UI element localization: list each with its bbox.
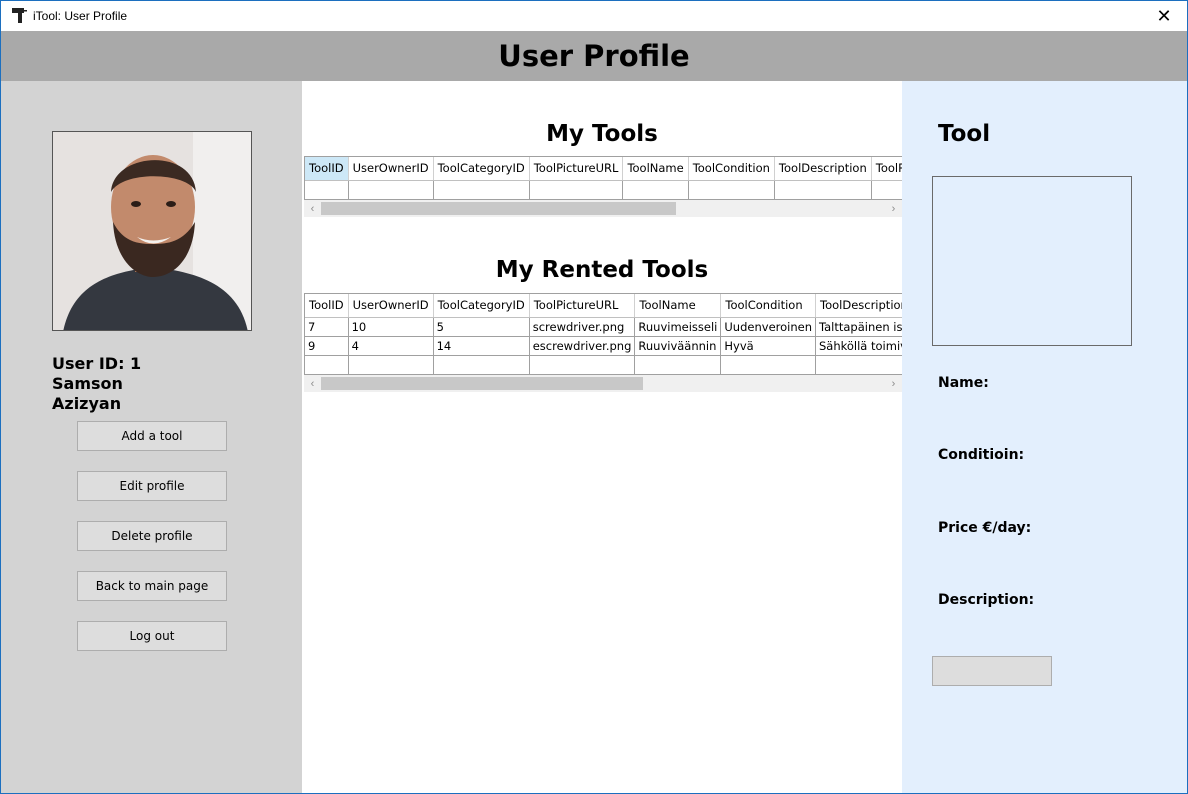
table-cell[interactable]: Sähköllä toimiva ruuv — [815, 336, 902, 356]
column-header[interactable]: ToolPictureURL — [529, 294, 636, 318]
close-button[interactable]: ✕ — [1141, 1, 1187, 31]
chevron-right-icon[interactable]: › — [885, 375, 902, 392]
table-cell[interactable]: Uudenveroinen — [720, 317, 816, 337]
title-bar: iTool: User Profile ✕ — [1, 1, 1187, 31]
table-row[interactable] — [305, 355, 902, 375]
table-cell[interactable] — [433, 355, 530, 375]
table-cell[interactable]: 5 — [433, 317, 530, 337]
table-cell[interactable] — [688, 180, 775, 200]
tool-name-label: Name: — [938, 375, 989, 391]
table-cell[interactable] — [720, 355, 816, 375]
table-cell[interactable]: 14 — [433, 336, 530, 356]
table-cell[interactable]: Ruuvimeisseli — [634, 317, 722, 337]
column-header[interactable]: ToolDescription — [815, 294, 902, 318]
tool-condition-label: Conditioin: — [938, 447, 1025, 463]
table-cell[interactable]: Ruuviväännin — [634, 336, 722, 356]
column-header[interactable]: ToolDescription — [774, 157, 872, 181]
table-row[interactable] — [305, 180, 902, 200]
window-title: iTool: User Profile — [33, 9, 128, 23]
table-cell[interactable] — [305, 180, 349, 200]
table-cell[interactable]: 7 — [305, 317, 349, 337]
table-cell[interactable] — [871, 180, 902, 200]
table-cell[interactable] — [774, 180, 872, 200]
column-header[interactable]: ToolPictureURL — [529, 157, 624, 181]
table-cell[interactable] — [815, 355, 902, 375]
scrollbar-thumb[interactable] — [321, 202, 676, 215]
back-to-main-button[interactable]: Back to main page — [77, 571, 227, 601]
table-cell[interactable] — [622, 180, 689, 200]
tool-description-label: Description: — [938, 592, 1035, 608]
rented-tools-table: ToolID UserOwnerID ToolCategoryID ToolPi… — [305, 294, 902, 375]
tools-panel: My Tools ToolID UserOwnerID ToolCategory… — [302, 81, 902, 793]
column-header[interactable]: UserOwnerID — [348, 157, 434, 181]
table-row[interactable]: 9 4 14 escrewdriver.png Ruuviväännin Hyv… — [305, 336, 902, 356]
tool-detail-panel: Tool Name: Conditioin: Price €/day: Desc… — [902, 81, 1187, 793]
my-tools-grid[interactable]: ToolID UserOwnerID ToolCategoryID ToolPi… — [304, 156, 902, 200]
table-cell[interactable] — [529, 355, 636, 375]
my-tools-title: My Tools — [546, 121, 658, 147]
column-header[interactable]: UserOwnerID — [348, 294, 434, 318]
table-cell[interactable]: 4 — [348, 336, 434, 356]
close-icon: ✕ — [1156, 5, 1172, 26]
avatar-portrait — [53, 132, 251, 330]
column-header[interactable]: ToolPric — [871, 157, 902, 181]
column-header[interactable]: ToolID — [305, 294, 349, 318]
tool-action-button[interactable] — [932, 656, 1052, 686]
page-title: User Profile — [498, 39, 690, 73]
column-header[interactable]: ToolCondition — [720, 294, 816, 318]
edit-profile-button[interactable]: Edit profile — [77, 471, 227, 501]
page-header: User Profile — [1, 31, 1187, 81]
chevron-right-icon[interactable]: › — [885, 200, 902, 217]
column-header[interactable]: ToolCategoryID — [433, 294, 530, 318]
table-cell[interactable]: 10 — [348, 317, 434, 337]
table-cell[interactable] — [634, 355, 722, 375]
table-cell[interactable] — [433, 180, 530, 200]
drill-icon — [12, 8, 27, 23]
column-header[interactable]: ToolID — [305, 157, 349, 181]
user-id-label: User ID: 1 — [52, 354, 142, 373]
tool-heading: Tool — [938, 121, 991, 147]
tool-image — [932, 176, 1132, 346]
table-cell[interactable] — [348, 180, 434, 200]
table-cell[interactable]: Hyvä — [720, 336, 816, 356]
column-header[interactable]: ToolName — [634, 294, 722, 318]
table-cell[interactable] — [348, 355, 434, 375]
user-last-name: Azizyan — [52, 394, 122, 413]
table-cell[interactable]: Talttapäinen iso meis — [815, 317, 902, 337]
user-first-name: Samson — [52, 374, 123, 393]
log-out-button[interactable]: Log out — [77, 621, 227, 651]
rented-tools-scrollbar[interactable]: ‹ › — [304, 375, 902, 392]
avatar — [52, 131, 252, 331]
chevron-left-icon[interactable]: ‹ — [304, 375, 321, 392]
column-header[interactable]: ToolCategoryID — [433, 157, 530, 181]
chevron-left-icon[interactable]: ‹ — [304, 200, 321, 217]
table-cell[interactable]: escrewdriver.png — [529, 336, 636, 356]
table-cell[interactable] — [529, 180, 624, 200]
profile-panel: User ID: 1 Samson Azizyan Add a tool Edi… — [1, 81, 302, 793]
my-tools-table: ToolID UserOwnerID ToolCategoryID ToolPi… — [305, 157, 902, 200]
tool-price-label: Price €/day: — [938, 520, 1032, 536]
my-tools-scrollbar[interactable]: ‹ › — [304, 200, 902, 217]
table-header-row: ToolID UserOwnerID ToolCategoryID ToolPi… — [305, 294, 902, 318]
rented-tools-grid[interactable]: ToolID UserOwnerID ToolCategoryID ToolPi… — [304, 293, 902, 375]
scrollbar-thumb[interactable] — [321, 377, 643, 390]
table-cell[interactable]: screwdriver.png — [529, 317, 636, 337]
column-header[interactable]: ToolName — [622, 157, 689, 181]
add-tool-button[interactable]: Add a tool — [77, 421, 227, 451]
column-header[interactable]: ToolCondition — [688, 157, 775, 181]
delete-profile-button[interactable]: Delete profile — [77, 521, 227, 551]
app-window: iTool: User Profile ✕ User Profile User … — [0, 0, 1188, 794]
rented-tools-title: My Rented Tools — [495, 257, 709, 283]
table-header-row: ToolID UserOwnerID ToolCategoryID ToolPi… — [305, 157, 902, 181]
table-row[interactable]: 7 10 5 screwdriver.png Ruuvimeisseli Uud… — [305, 317, 902, 337]
user-info: User ID: 1 Samson Azizyan — [52, 354, 141, 414]
table-cell[interactable] — [305, 355, 349, 375]
table-cell[interactable]: 9 — [305, 336, 349, 356]
